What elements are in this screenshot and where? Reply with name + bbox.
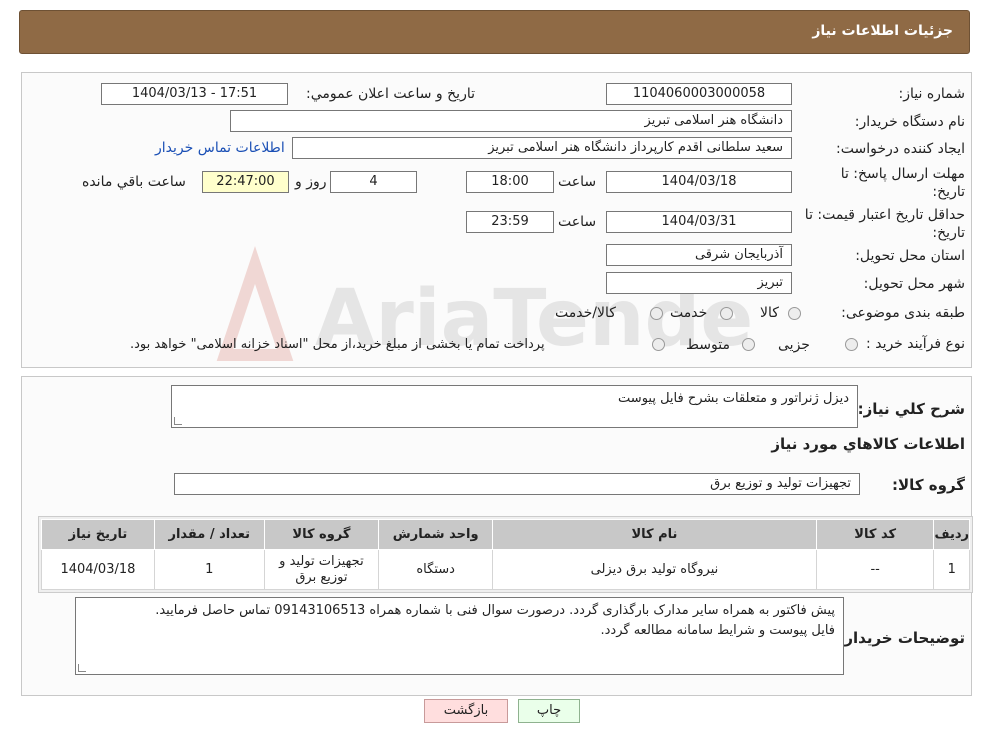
resize-grip-icon[interactable] <box>174 417 182 425</box>
buyer-org-label: نام دستگاه خریدار: <box>854 114 965 130</box>
process-option-minor: جزیی <box>778 337 810 353</box>
col-row-header: ردیف <box>933 519 970 550</box>
print-button[interactable]: چاپ <box>518 699 580 723</box>
min-validity-label: حداقل تاریخ اعتبار قیمت: تا <box>804 207 965 223</box>
cell-row: 1 <box>933 549 970 590</box>
remaining-time-field[interactable]: 22:47:00 <box>202 171 289 193</box>
cell-qty: 1 <box>153 549 265 590</box>
buyer-notes-textarea[interactable]: پیش فاکتور به همراه سایر مدارک بارگذاری … <box>75 597 844 675</box>
process-radio-minor[interactable] <box>845 338 858 351</box>
category-option-service: خدمت <box>670 305 708 321</box>
col-qty-header: تعداد / مقدار <box>153 519 265 550</box>
days-remaining-field[interactable]: 4 <box>330 171 417 193</box>
process-type-label: نوع فرآیند خرید : <box>866 336 965 352</box>
goods-info-title: اطلاعات کالاهاي مورد نیاز <box>771 435 965 453</box>
table-header-row: ردیف کد کالا نام کالا واحد شمارش گروه کا… <box>41 519 970 550</box>
cell-code: -- <box>815 549 935 590</box>
back-button[interactable]: بازگشت <box>424 699 508 723</box>
payment-treasury-checkbox[interactable] <box>652 338 665 351</box>
general-desc-label: شرح کلي نیاز: <box>857 400 965 418</box>
reply-time-field[interactable]: 18:00 <box>466 171 554 193</box>
buyer-notes-line-1: پیش فاکتور به همراه سایر مدارک بارگذاری … <box>155 603 835 618</box>
col-name-header: نام کالا <box>492 519 817 550</box>
validity-time-label: ساعت <box>558 214 597 230</box>
reply-time-label: ساعت <box>558 174 597 190</box>
min-validity-label-2: تاریخ: <box>932 225 965 241</box>
reply-deadline-label: مهلت ارسال پاسخ: تا <box>840 166 965 182</box>
category-radio-goods[interactable] <box>788 307 801 320</box>
col-unit-header: واحد شمارش <box>378 519 494 550</box>
payment-note: پرداخت تمام یا بخشی از مبلغ خرید،از محل … <box>130 337 545 352</box>
buyer-notes-label: توضیحات خریدار: <box>838 629 965 647</box>
page-header: جزئیات اطلاعات نیاز <box>19 10 970 54</box>
general-desc-text: دیزل ژنراتور و متعلقات بشرح فایل پیوست <box>618 391 849 406</box>
province-field[interactable]: آذربایجان شرقی <box>606 244 792 266</box>
reply-date-field[interactable]: 1404/03/18 <box>606 171 792 193</box>
validity-time-field[interactable]: 23:59 <box>466 211 554 233</box>
process-option-medium: متوسط <box>686 337 730 353</box>
cell-group: تجهیزات تولید و توزیع برق <box>263 549 380 590</box>
category-label: طبقه بندی موضوعی: <box>841 305 965 321</box>
province-label: استان محل تحویل: <box>855 248 965 264</box>
items-table-container: ردیف کد کالا نام کالا واحد شمارش گروه کا… <box>38 516 973 593</box>
need-number-label: شماره نیاز: <box>898 86 966 102</box>
resize-grip-icon[interactable] <box>78 664 86 672</box>
table-row[interactable]: 1 -- نیروگاه تولید برق دیزلی دستگاه تجهی… <box>41 549 970 590</box>
city-label: شهر محل تحویل: <box>863 276 965 292</box>
category-radio-goods-service[interactable] <box>650 307 663 320</box>
process-radio-medium[interactable] <box>742 338 755 351</box>
announce-datetime-field[interactable]: 1404/03/13 - 17:51 <box>101 83 288 105</box>
cell-date: 1404/03/18 <box>41 549 155 590</box>
reply-deadline-label-2: تاریخ: <box>932 184 965 200</box>
cell-unit: دستگاه <box>378 549 494 590</box>
col-date-header: تاریخ نیاز <box>41 519 155 550</box>
general-desc-textarea[interactable]: دیزل ژنراتور و متعلقات بشرح فایل پیوست <box>171 385 858 428</box>
validity-date-field[interactable]: 1404/03/31 <box>606 211 792 233</box>
buyer-org-field[interactable]: دانشگاه هنر اسلامی تبریز <box>230 110 792 132</box>
cell-name: نیروگاه تولید برق دیزلی <box>492 549 817 590</box>
remaining-time-label: ساعت باقي مانده <box>82 174 186 190</box>
category-radio-service[interactable] <box>720 307 733 320</box>
items-table: ردیف کد کالا نام کالا واحد شمارش گروه کا… <box>41 519 970 590</box>
page-title: جزئیات اطلاعات نیاز <box>812 23 953 39</box>
category-option-goods: کالا <box>760 305 779 321</box>
col-group-header: گروه کالا <box>263 519 380 550</box>
col-code-header: کد کالا <box>815 519 935 550</box>
need-number-field[interactable]: 1104060003000058 <box>606 83 792 105</box>
requester-field[interactable]: سعید سلطانی اقدم کارپرداز دانشگاه هنر اس… <box>292 137 792 159</box>
goods-group-field[interactable]: تجهیزات تولید و توزیع برق <box>174 473 860 495</box>
goods-group-label: گروه کالا: <box>892 476 965 494</box>
city-field[interactable]: تبریز <box>606 272 792 294</box>
buyer-contact-link[interactable]: اطلاعات تماس خریدار <box>155 140 285 156</box>
buyer-notes-line-2: فایل پیوست و شرایط سامانه مطالعه گردد. <box>600 623 836 638</box>
category-option-goods-service: کالا/خدمت <box>555 305 616 321</box>
announce-datetime-label: تاریخ و ساعت اعلان عمومي: <box>306 86 475 102</box>
days-label: روز و <box>295 174 327 190</box>
requester-label: ایجاد کننده درخواست: <box>836 141 965 157</box>
